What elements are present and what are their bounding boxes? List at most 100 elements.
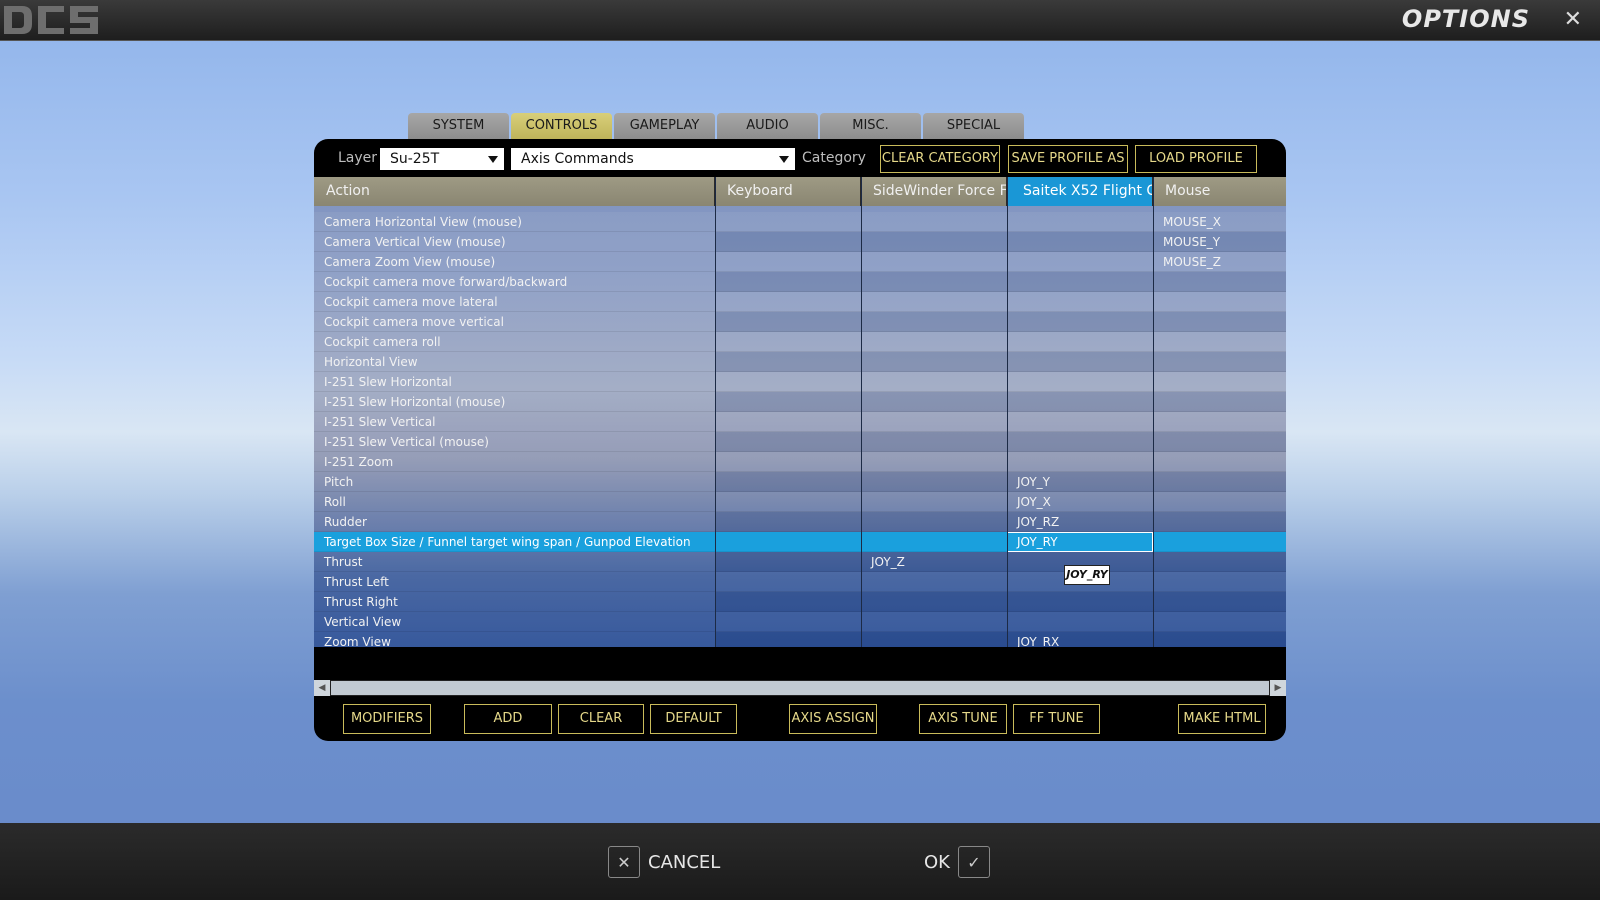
keyboard-binding-cell[interactable] — [715, 612, 861, 632]
table-row[interactable]: I-251 Slew Vertical — [314, 412, 1286, 432]
sidewinder-binding-cell[interactable] — [861, 292, 1007, 312]
sidewinder-binding-cell[interactable]: JOY_Z — [861, 552, 1007, 572]
keyboard-binding-cell[interactable] — [715, 252, 861, 272]
default-button[interactable]: DEFAULT — [650, 704, 737, 734]
table-row[interactable]: Cockpit camera move forward/backward — [314, 272, 1286, 292]
sidewinder-binding-cell[interactable] — [861, 332, 1007, 352]
column-header-saitek[interactable]: Saitek X52 Flight Co — [1007, 177, 1153, 206]
keyboard-binding-cell[interactable] — [715, 292, 861, 312]
tab-system[interactable]: SYSTEM — [408, 113, 509, 139]
table-row[interactable]: Pitch JOY_Y — [314, 472, 1286, 492]
sidewinder-binding-cell[interactable] — [861, 252, 1007, 272]
saitek-binding-cell[interactable] — [1007, 412, 1153, 432]
action-cell[interactable]: I-251 Slew Vertical (mouse) — [314, 432, 715, 452]
table-row[interactable]: I-251 Slew Vertical (mouse) — [314, 432, 1286, 452]
table-row[interactable]: Rudder JOY_RZ — [314, 512, 1286, 532]
keyboard-binding-cell[interactable] — [715, 452, 861, 472]
table-row[interactable]: Cockpit camera move lateral — [314, 292, 1286, 312]
mouse-binding-cell[interactable] — [1153, 412, 1286, 432]
keyboard-binding-cell[interactable] — [715, 312, 861, 332]
saitek-binding-cell[interactable] — [1007, 312, 1153, 332]
saitek-binding-cell[interactable] — [1007, 452, 1153, 472]
table-row[interactable]: Horizontal View — [314, 352, 1286, 372]
action-cell[interactable]: Cockpit camera move vertical — [314, 312, 715, 332]
save-profile-button[interactable]: SAVE PROFILE AS — [1008, 145, 1128, 173]
mouse-binding-cell[interactable] — [1153, 432, 1286, 452]
action-cell[interactable]: Horizontal View — [314, 352, 715, 372]
keyboard-binding-cell[interactable] — [715, 472, 861, 492]
load-profile-button[interactable]: LOAD PROFILE — [1135, 145, 1257, 173]
column-header-sidewinder[interactable]: SideWinder Force Fe — [861, 177, 1007, 206]
mouse-binding-cell[interactable]: MOUSE_Z — [1153, 252, 1286, 272]
column-header-action[interactable]: Action — [314, 177, 715, 206]
table-row[interactable]: Vertical View — [314, 612, 1286, 632]
tab-gameplay[interactable]: GAMEPLAY — [614, 113, 715, 139]
saitek-binding-cell[interactable] — [1007, 432, 1153, 452]
keyboard-binding-cell[interactable] — [715, 352, 861, 372]
mouse-binding-cell[interactable] — [1153, 592, 1286, 612]
tab-special[interactable]: SPECIAL — [923, 113, 1024, 139]
action-cell[interactable]: I-251 Zoom — [314, 452, 715, 472]
action-cell[interactable]: I-251 Slew Horizontal — [314, 372, 715, 392]
table-row[interactable]: Zoom View JOY_RX — [314, 632, 1286, 647]
action-cell[interactable]: Thrust Left — [314, 572, 715, 592]
ok-button[interactable]: OK ✓ — [924, 845, 990, 879]
keyboard-binding-cell[interactable] — [715, 572, 861, 592]
ff-tune-button[interactable]: FF TUNE — [1013, 704, 1100, 734]
tab-misc[interactable]: MISC. — [820, 113, 921, 139]
saitek-binding-cell[interactable]: JOY_Y — [1007, 472, 1153, 492]
sidewinder-binding-cell[interactable] — [861, 212, 1007, 232]
sidewinder-binding-cell[interactable] — [861, 492, 1007, 512]
sidewinder-binding-cell[interactable] — [861, 312, 1007, 332]
action-cell[interactable]: Vertical View — [314, 612, 715, 632]
mouse-binding-cell[interactable] — [1153, 392, 1286, 412]
keyboard-binding-cell[interactable] — [715, 532, 861, 552]
mouse-binding-cell[interactable] — [1153, 612, 1286, 632]
keyboard-binding-cell[interactable] — [715, 592, 861, 612]
saitek-binding-cell[interactable] — [1007, 332, 1153, 352]
commands-dropdown[interactable]: Axis Commands — [511, 148, 795, 170]
mouse-binding-cell[interactable] — [1153, 312, 1286, 332]
horizontal-scrollbar[interactable]: ◀ ▶ — [314, 680, 1286, 696]
action-cell[interactable]: Cockpit camera move forward/backward — [314, 272, 715, 292]
mouse-binding-cell[interactable] — [1153, 272, 1286, 292]
mouse-binding-cell[interactable] — [1153, 472, 1286, 492]
keyboard-binding-cell[interactable] — [715, 272, 861, 292]
saitek-binding-cell[interactable] — [1007, 212, 1153, 232]
mouse-binding-cell[interactable]: MOUSE_X — [1153, 212, 1286, 232]
mouse-binding-cell[interactable] — [1153, 632, 1286, 647]
table-row[interactable]: I-251 Zoom — [314, 452, 1286, 472]
axis-tune-button[interactable]: AXIS TUNE — [919, 704, 1007, 734]
mouse-binding-cell[interactable] — [1153, 572, 1286, 592]
table-row[interactable]: I-251 Slew Horizontal — [314, 372, 1286, 392]
action-cell[interactable]: Camera Vertical View (mouse) — [314, 232, 715, 252]
mouse-binding-cell[interactable] — [1153, 512, 1286, 532]
action-cell[interactable]: Camera Zoom View (mouse) — [314, 252, 715, 272]
layer-dropdown[interactable]: Su-25T — [380, 148, 504, 170]
action-cell[interactable]: I-251 Slew Horizontal (mouse) — [314, 392, 715, 412]
sidewinder-binding-cell[interactable] — [861, 632, 1007, 647]
make-html-button[interactable]: MAKE HTML — [1178, 704, 1266, 734]
keyboard-binding-cell[interactable] — [715, 372, 861, 392]
column-header-keyboard[interactable]: Keyboard — [715, 177, 861, 206]
table-row[interactable]: Cockpit camera move vertical — [314, 312, 1286, 332]
saitek-binding-cell[interactable]: JOY_X — [1007, 492, 1153, 512]
keyboard-binding-cell[interactable] — [715, 332, 861, 352]
saitek-binding-cell[interactable] — [1007, 372, 1153, 392]
keyboard-binding-cell[interactable] — [715, 412, 861, 432]
mouse-binding-cell[interactable] — [1153, 492, 1286, 512]
action-cell[interactable]: Rudder — [314, 512, 715, 532]
saitek-binding-cell[interactable] — [1007, 592, 1153, 612]
action-cell[interactable]: Target Box Size / Funnel target wing spa… — [314, 532, 715, 552]
keyboard-binding-cell[interactable] — [715, 552, 861, 572]
action-cell[interactable]: Camera Horizontal View (mouse) — [314, 212, 715, 232]
sidewinder-binding-cell[interactable] — [861, 232, 1007, 252]
table-row[interactable]: Camera Horizontal View (mouse) MOUSE_X — [314, 212, 1286, 232]
sidewinder-binding-cell[interactable] — [861, 592, 1007, 612]
add-button[interactable]: ADD — [464, 704, 552, 734]
action-cell[interactable]: Zoom View — [314, 632, 715, 647]
mouse-binding-cell[interactable] — [1153, 332, 1286, 352]
action-cell[interactable]: Cockpit camera move lateral — [314, 292, 715, 312]
saitek-binding-cell[interactable] — [1007, 352, 1153, 372]
tab-audio[interactable]: AUDIO — [717, 113, 818, 139]
